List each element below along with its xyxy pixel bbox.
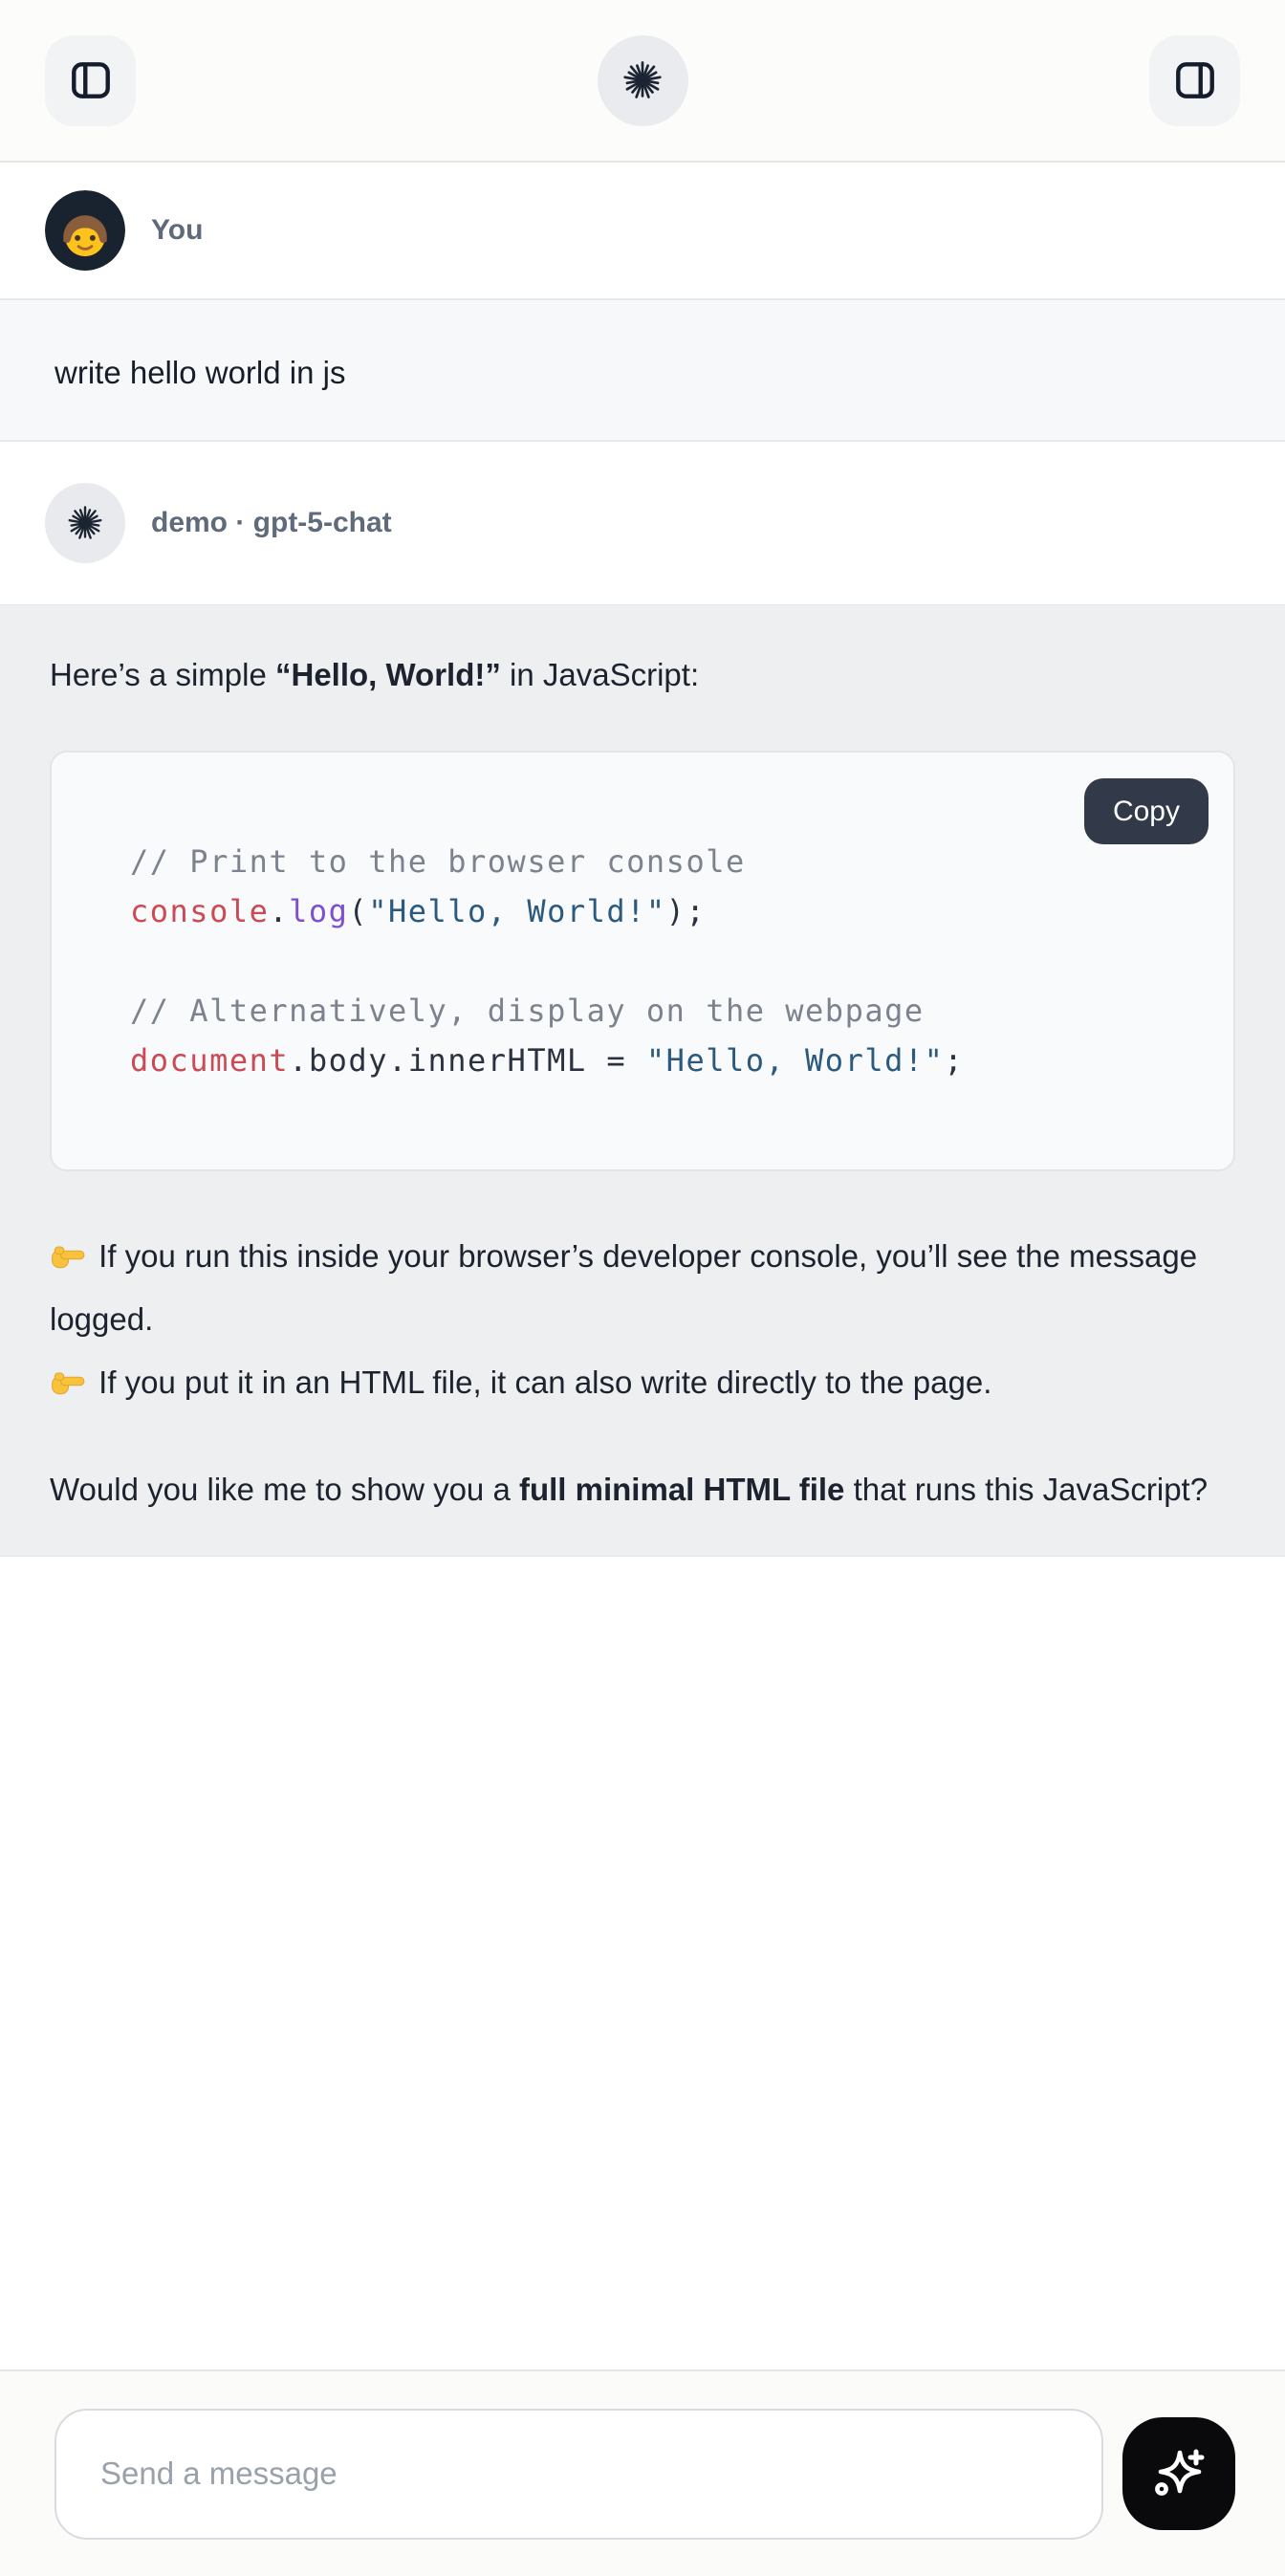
text-segment: Here’s a simple [50, 657, 275, 692]
code-line: // Print to the browser console [130, 837, 1199, 886]
starburst-logo-icon [62, 500, 108, 546]
user-turn-header: You [0, 163, 1285, 298]
text-segment: Would you like me to show you a [50, 1472, 519, 1507]
assistant-turn-header: demo · gpt-5-chat [0, 442, 1285, 604]
send-button[interactable] [1122, 2417, 1235, 2530]
tip-line: If you put it in an HTML file, it can al… [50, 1351, 1235, 1414]
composer-bar [0, 2369, 1285, 2576]
user-message-bubble: write hello world in js [0, 298, 1285, 442]
sparkle-icon [1148, 2443, 1209, 2504]
assistant-message-bubble: Here’s a simple “Hello, World!” in JavaS… [0, 604, 1285, 1557]
top-bar [0, 0, 1285, 163]
code-block: Copy // Print to the browser consolecons… [50, 751, 1235, 1171]
pointing-right-emoji-icon [50, 1232, 86, 1268]
starburst-logo-icon [617, 55, 668, 106]
chat-scroll-area[interactable] [0, 1557, 1285, 2369]
assistant-intro-text: Here’s a simple “Hello, World!” in JavaS… [50, 644, 1235, 707]
person-emoji-icon [45, 190, 125, 271]
tip-line: If you run this inside your browser’s de… [50, 1225, 1235, 1351]
user-avatar [45, 190, 125, 271]
toggle-right-sidebar-button[interactable] [1149, 35, 1240, 126]
message-input[interactable] [54, 2409, 1103, 2540]
pointing-right-emoji-icon [50, 1358, 86, 1394]
assistant-tips-text: If you run this inside your browser’s de… [50, 1225, 1235, 1414]
bold-text-segment: full minimal HTML file [519, 1472, 844, 1507]
code-content: // Print to the browser consoleconsole.l… [130, 837, 1199, 1085]
code-line: console.log("Hello, World!"); [130, 886, 1199, 936]
code-line: document.body.innerHTML = "Hello, World!… [130, 1036, 1199, 1085]
bold-text-segment: “Hello, World!” [275, 657, 501, 692]
copy-code-button[interactable]: Copy [1084, 778, 1209, 844]
code-line: // Alternatively, display on the webpage [130, 986, 1199, 1036]
user-message-text: write hello world in js [54, 355, 345, 391]
code-line [130, 936, 1199, 986]
text-segment: in JavaScript: [501, 657, 699, 692]
text-segment: If you run this inside your browser’s de… [50, 1238, 1197, 1337]
assistant-avatar [45, 483, 125, 563]
panel-left-icon [67, 56, 115, 104]
panel-right-icon [1171, 56, 1219, 104]
toggle-left-sidebar-button[interactable] [45, 35, 136, 126]
text-segment: that runs this JavaScript? [844, 1472, 1208, 1507]
model-logo-button[interactable] [598, 35, 688, 126]
user-turn-name: You [151, 214, 203, 247]
text-segment: If you put it in an HTML file, it can al… [98, 1364, 991, 1400]
assistant-turn-name: demo · gpt-5-chat [151, 507, 392, 539]
assistant-closing-text: Would you like me to show you a full min… [50, 1458, 1235, 1521]
